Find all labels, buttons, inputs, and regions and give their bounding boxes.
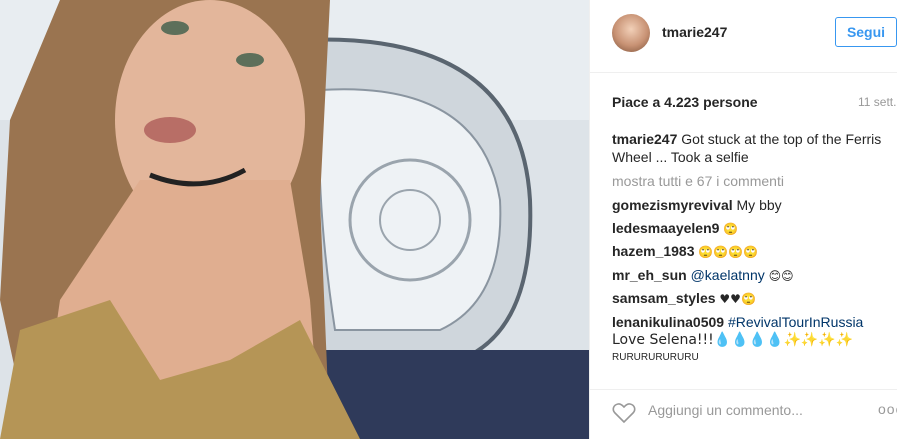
comment-text: 😊😊 [768,268,794,283]
comment-mention[interactable]: @kaelatnny [691,267,765,283]
caption-username[interactable]: tmarie247 [612,131,677,147]
comment-item: mr_eh_sun @kaelatnny 😊😊 [612,266,892,285]
post-footer: Aggiungi un commento... ooo [590,389,897,440]
likes-count[interactable]: Piace a 4.223 persone [612,94,758,110]
comment-item: gomezismyrevival My bby [612,196,892,214]
comment-text: 🙄🙄🙄🙄 [698,245,759,259]
caption: tmarie247 Got stuck at the top of the Fe… [612,130,892,166]
comment-username[interactable]: samsam_styles [612,290,716,306]
comment-username[interactable]: mr_eh_sun [612,267,687,283]
post-header: tmarie247 Segui [590,0,897,73]
comments-list: tmarie247 Got stuck at the top of the Fe… [612,130,892,371]
comment-text: My bby [736,197,782,213]
comment-text: Love Selena!!!💧💧💧💧✨✨✨✨ [612,331,854,348]
comment-username[interactable]: ledesmaayelen9 [612,220,719,236]
post-photo[interactable] [0,0,589,439]
follow-button[interactable]: Segui [835,17,897,47]
comment-item: lenanikulina0509 #RevivalTourInRussia Lo… [612,313,892,367]
comment-item: samsam_styles ♥♥🙄 [612,289,892,308]
show-all-comments-link[interactable]: mostra tutti e 67 i commenti [612,172,892,190]
comment-input[interactable]: Aggiungi un commento... [648,402,803,418]
username[interactable]: tmarie247 [662,24,727,40]
comment-text-tail: RURURURURURU [612,351,699,363]
instagram-post: tmarie247 Segui Piace a 4.223 persone 11… [0,0,897,439]
comment-text: ♥♥🙄 [719,292,756,306]
heart-icon[interactable] [612,402,636,424]
avatar[interactable] [612,14,650,52]
selfie-image [0,0,589,439]
post-date: 11 sett. [858,95,897,109]
more-options-icon[interactable]: ooo [878,401,897,417]
post-sidebar: tmarie247 Segui Piace a 4.223 persone 11… [589,0,897,439]
comment-username[interactable]: hazem_1983 [612,243,695,259]
comment-username[interactable]: gomezismyrevival [612,197,733,213]
comment-item: ledesmaayelen9 🙄 [612,219,892,238]
comment-text: 🙄 [723,221,739,236]
comment-item: hazem_1983 🙄🙄🙄🙄 [612,242,892,261]
comment-username[interactable]: lenanikulina0509 [612,314,724,330]
comment-hashtag[interactable]: #RevivalTourInRussia [728,314,863,330]
